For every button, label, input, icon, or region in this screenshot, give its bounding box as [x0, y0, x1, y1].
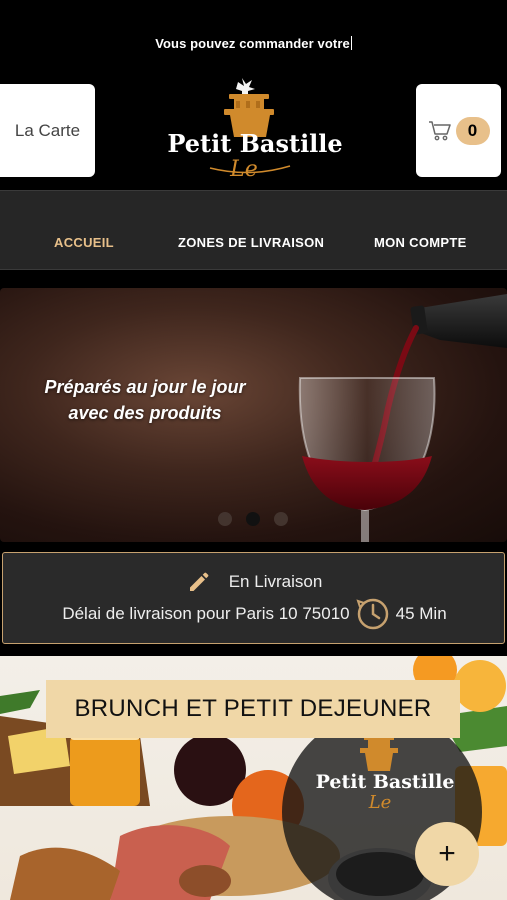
ticker-text: Vous pouvez commander votre [155, 36, 350, 51]
pencil-edit-icon[interactable] [187, 570, 211, 594]
add-button[interactable]: + [415, 822, 479, 886]
delivery-info-text: Délai de livraison pour Paris 10 75010 [62, 604, 350, 623]
cart-count-badge: 0 [455, 116, 490, 145]
plus-icon: + [438, 837, 456, 870]
category-logo-brand: Petit Bastille [316, 771, 455, 793]
nav-item-mon-compte[interactable]: MON COMPTE [374, 235, 467, 250]
hero-caption: Préparés au jour le jour avec des produi… [0, 374, 290, 426]
category-logo-script: Le [368, 792, 392, 813]
logo-script-text: Le [229, 157, 258, 182]
hero-caption-line2: avec des produits [68, 403, 222, 423]
ticker-message: Vous pouvez commander votre [0, 36, 507, 51]
la-carte-label: La Carte [14, 120, 81, 140]
shopping-cart-icon [428, 120, 451, 140]
delivery-info-box[interactable]: En Livraison Délai de livraison pour Par… [2, 552, 505, 644]
slider-dot-2[interactable] [246, 512, 260, 526]
cart-button[interactable]: 0 [416, 84, 501, 177]
la-carte-button[interactable]: La Carte [0, 84, 95, 177]
category-card-brunch[interactable]: Petit Bastille Le BRUNCH ET PETIT DEJEUN… [0, 656, 507, 900]
clock-icon [356, 598, 388, 630]
delivery-mode-text: En Livraison [228, 572, 323, 591]
logo-brand-text: Petit Bastille [167, 129, 342, 158]
nav-item-zones-de-livraison[interactable]: ZONES DE LIVRAISON [178, 235, 324, 250]
delivery-mode-row: En Livraison [3, 570, 506, 594]
delivery-time-row: Délai de livraison pour Paris 10 75010 4… [3, 597, 506, 631]
hero-slider[interactable]: Préparés au jour le jour avec des produi… [0, 288, 507, 542]
text-caret [350, 36, 352, 50]
petit-bastille-logo[interactable]: Petit Bastille Le [150, 72, 360, 182]
top-header: Vous pouvez commander votre La Carte Pet… [0, 0, 507, 190]
slider-dot-3[interactable] [274, 512, 288, 526]
slider-dots [218, 512, 288, 526]
category-title[interactable]: BRUNCH ET PETIT DEJEUNER [46, 680, 460, 738]
main-nav: ACCUEIL ZONES DE LIVRAISON MON COMPTE [0, 190, 507, 270]
nav-item-accueil[interactable]: ACCUEIL [54, 235, 114, 250]
slider-dot-1[interactable] [218, 512, 232, 526]
delivery-time-text: 45 Min [395, 604, 447, 623]
hero-caption-line1: Préparés au jour le jour [44, 377, 246, 397]
